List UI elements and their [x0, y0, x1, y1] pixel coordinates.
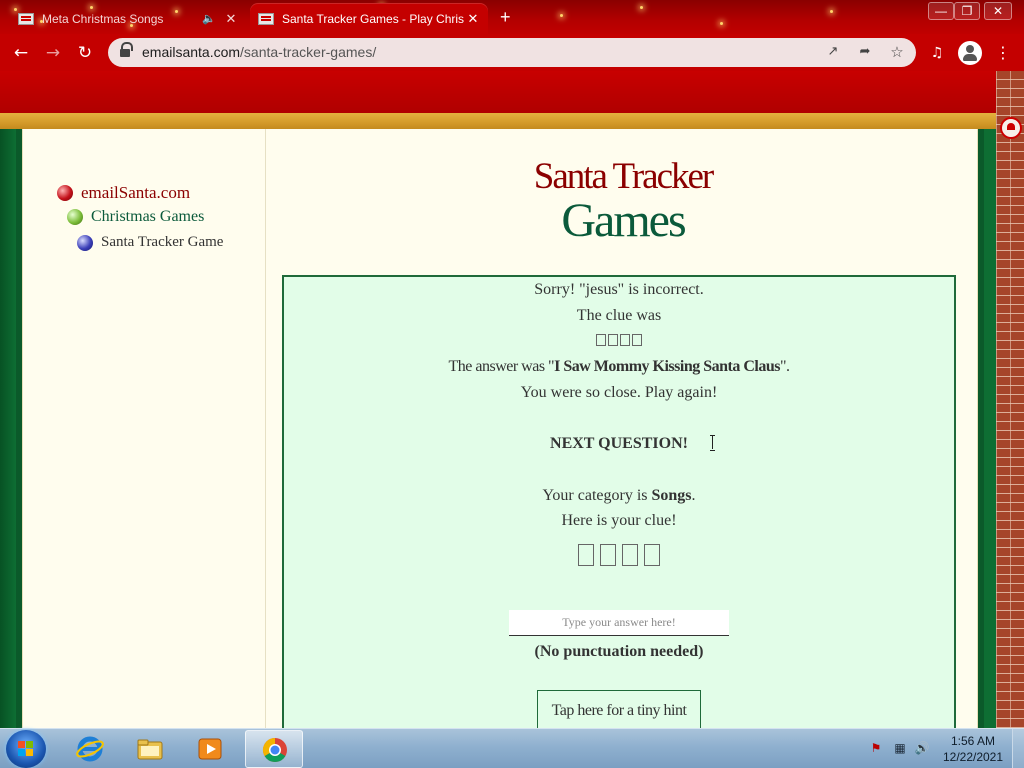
category-suffix: . [691, 487, 696, 504]
answer-reveal: The answer was "I Saw Mommy Kissing Sant… [284, 358, 954, 376]
system-tray: ⚑ ▦ 🔊 1:56 AM 12/22/2021 [862, 729, 1024, 768]
red-ornament-icon [57, 185, 73, 201]
back-arrow-icon[interactable]: ← [10, 42, 32, 64]
header-red-band [0, 71, 996, 113]
sidebar-item-emailsanta[interactable]: emailSanta.com [57, 183, 190, 203]
tab-santa-tracker[interactable]: Santa Tracker Games - Play Chris ✕ [250, 3, 488, 34]
url-text[interactable]: emailsanta.com/santa-tracker-games/ [142, 44, 376, 60]
new-tab-button[interactable]: + [500, 7, 511, 28]
close-window-icon[interactable]: ✕ [984, 2, 1012, 20]
open-in-app-icon[interactable]: ↗ [824, 43, 842, 61]
chrome-icon [262, 738, 287, 763]
network-icon[interactable]: ▦ [892, 741, 908, 757]
clue-label: Here is your clue! [561, 512, 677, 529]
profile-icon[interactable] [958, 41, 982, 65]
emoji-glyph [632, 334, 642, 347]
folder-icon [137, 739, 163, 760]
taskbar-media-player[interactable] [181, 730, 239, 768]
emoji-glyph [578, 544, 594, 566]
close-tab-icon[interactable]: ✕ [466, 11, 480, 27]
brick-wall-decoration [996, 71, 1024, 728]
taskbar-internet-explorer[interactable] [61, 730, 119, 768]
game-panel: Sorry! "jesus" is incorrect. The clue wa… [282, 275, 956, 728]
previous-clue-emojis [284, 331, 954, 349]
answer-suffix: ". [779, 358, 790, 375]
sidebar-link-emailsanta[interactable]: emailSanta.com [81, 183, 190, 203]
clue-was-label: The clue was [576, 307, 662, 324]
media-control-icon[interactable]: ♫ [926, 42, 948, 64]
page-title-line1: Santa Tracker [533, 156, 715, 197]
volume-icon[interactable]: 🔊 [914, 741, 930, 757]
speaker-icon[interactable]: 🔈 [202, 12, 216, 25]
santa-decoration-icon [1000, 117, 1022, 139]
star-icon[interactable]: ☆ [888, 43, 906, 61]
page-viewport: emailSanta.com Christmas Games Santa Tra… [0, 71, 1024, 728]
current-clue-emojis [284, 544, 954, 566]
no-punctuation-note: (No punctuation needed) [534, 643, 704, 660]
url-domain: emailsanta.com [142, 44, 241, 60]
left-green-border [0, 129, 16, 728]
clock-date: 12/22/2021 [942, 750, 1004, 764]
main-content: Santa Tracker Games Sorry! "jesus" is in… [267, 129, 979, 728]
header-gold-band [0, 113, 996, 129]
sidebar-item-christmas-games[interactable]: Christmas Games [67, 208, 204, 226]
browser-tab-bar: Meta Christmas Songs 🔈 ✕ Santa Tracker G… [0, 0, 1024, 34]
close-tab-icon[interactable]: ✕ [224, 11, 238, 27]
category-prefix: Your category is [542, 487, 652, 504]
browser-toolbar: ← → ↻ emailsanta.com/santa-tracker-games… [0, 34, 1024, 71]
answer-input[interactable] [509, 610, 729, 636]
sidebar: emailSanta.com Christmas Games Santa Tra… [23, 129, 266, 728]
category-value: Songs [651, 487, 692, 504]
result-message: Sorry! "jesus" is incorrect. [534, 281, 704, 298]
green-ornament-icon [67, 209, 83, 225]
url-path: /santa-tracker-games/ [240, 44, 377, 60]
media-player-icon [198, 738, 222, 760]
forward-arrow-icon[interactable]: → [42, 42, 64, 64]
start-button[interactable] [6, 730, 46, 768]
taskbar-chrome[interactable] [245, 730, 303, 768]
page-body: emailSanta.com Christmas Games Santa Tra… [22, 129, 978, 728]
taskbar: ⚑ ▦ 🔊 1:56 AM 12/22/2021 [0, 728, 1024, 768]
hint-button[interactable]: Tap here for a tiny hint [537, 690, 701, 728]
taskbar-clock[interactable]: 1:56 AM 12/22/2021 [938, 733, 1008, 765]
encouragement-text: You were so close. Play again! [520, 384, 718, 401]
blue-ornament-icon [77, 234, 93, 251]
tab-title: Meta Christmas Songs [42, 11, 164, 26]
taskbar-file-explorer[interactable] [121, 730, 179, 768]
share-icon[interactable]: ➦ [856, 43, 874, 61]
restore-icon[interactable]: ❐ [954, 2, 980, 20]
tab-favicon [18, 12, 34, 25]
tab-music[interactable]: Meta Christmas Songs 🔈 ✕ [10, 3, 246, 34]
windows-logo-icon [18, 741, 34, 757]
answer-prefix: The answer was " [448, 358, 555, 375]
tab-title: Santa Tracker Games - Play Chris [282, 11, 465, 26]
reload-icon[interactable]: ↻ [74, 42, 96, 64]
minimize-icon[interactable]: — [928, 2, 954, 20]
right-green-border [984, 129, 996, 728]
tab-favicon [258, 12, 274, 25]
emoji-glyph [620, 334, 630, 347]
clock-time: 1:56 AM [950, 734, 996, 748]
correct-answer: I Saw Mommy Kissing Santa Claus [554, 358, 780, 375]
emoji-glyph [622, 544, 638, 566]
sidebar-item-santa-tracker-game[interactable]: Santa Tracker Game [77, 234, 223, 251]
page-title-line2: Games [561, 194, 686, 247]
sidebar-link-santa-tracker-game[interactable]: Santa Tracker Game [101, 234, 223, 251]
sidebar-link-christmas-games[interactable]: Christmas Games [91, 208, 204, 226]
emoji-glyph [600, 544, 616, 566]
emoji-glyph [644, 544, 660, 566]
show-desktop-button[interactable] [1012, 729, 1024, 768]
address-bar[interactable]: emailsanta.com/santa-tracker-games/ ↗ ➦ … [108, 38, 916, 67]
category-text: Your category is Songs. [284, 487, 954, 505]
action-center-flag-icon[interactable]: ⚑ [868, 741, 884, 757]
lock-icon[interactable] [120, 42, 133, 57]
emoji-glyph [596, 334, 606, 347]
internet-explorer-icon [76, 736, 104, 762]
kebab-menu-icon[interactable]: ⋮ [992, 42, 1014, 64]
emoji-glyph [608, 334, 618, 347]
next-question-heading: NEXT QUESTION! [550, 435, 688, 452]
